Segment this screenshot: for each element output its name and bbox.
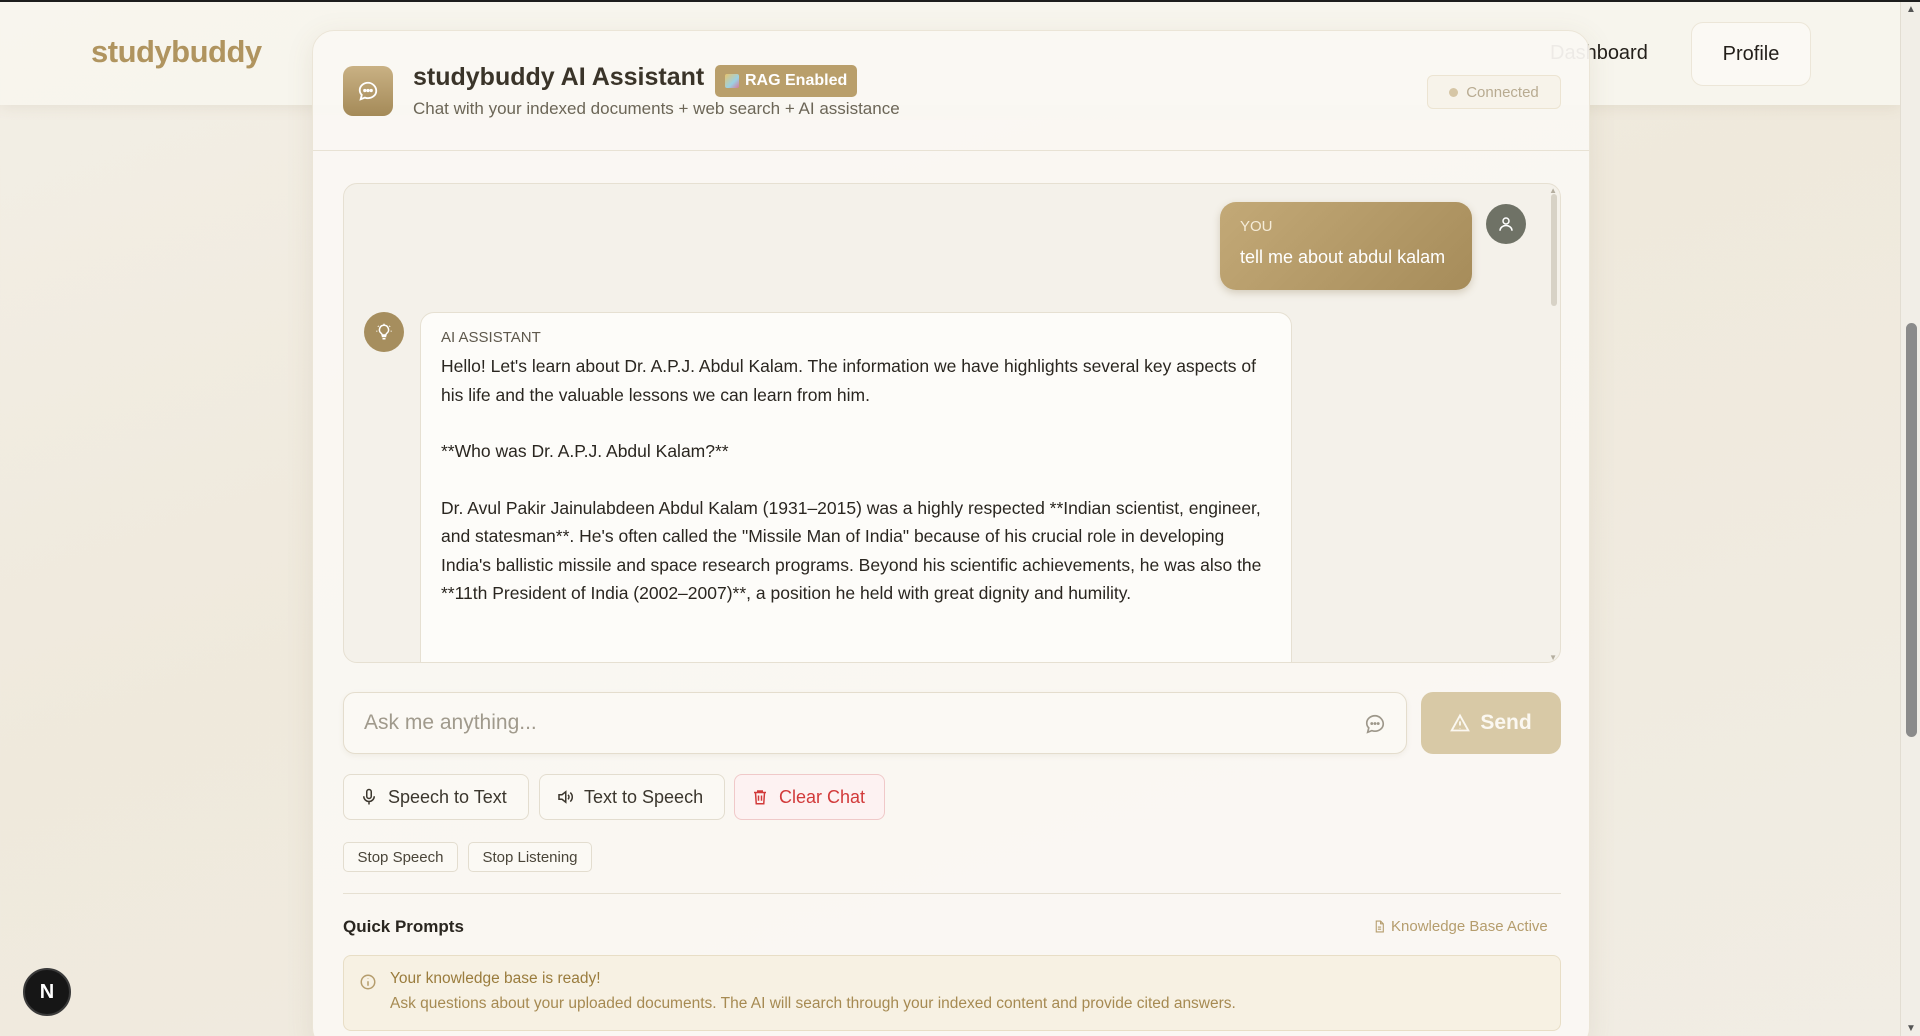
brand-logo[interactable]: studybuddy bbox=[91, 34, 262, 70]
chat-scrollbar[interactable]: ▲ ▼ bbox=[1546, 184, 1560, 662]
send-button[interactable]: Send bbox=[1421, 692, 1561, 754]
message-text: tell me about abdul kalam bbox=[1240, 247, 1446, 267]
text-to-speech-label: Text to Speech bbox=[584, 786, 704, 807]
knowledge-base-notice-title: Your knowledge base is ready! bbox=[390, 970, 601, 987]
connection-status-label: Connected bbox=[1466, 83, 1539, 101]
warning-icon bbox=[1450, 713, 1471, 732]
nav-button-profile[interactable]: Profile bbox=[1691, 22, 1811, 86]
page-subtitle: Chat with your indexed documents + web s… bbox=[413, 99, 900, 118]
page-scroll-down-icon[interactable]: ▼ bbox=[1906, 1023, 1916, 1034]
user-message-bubble: YOU tell me about abdul kalam bbox=[1220, 202, 1472, 290]
trash-icon bbox=[754, 790, 766, 805]
clear-chat-button[interactable]: Clear Chat bbox=[734, 774, 885, 820]
send-button-label: Send bbox=[1480, 711, 1532, 734]
page-title: studybuddy AI Assistant bbox=[413, 63, 705, 91]
message-paragraph: Hello! Let's learn about Dr. A.P.J. Abdu… bbox=[441, 356, 1256, 405]
card-header: studybuddy AI Assistant RAG Enabled Chat… bbox=[313, 31, 1589, 151]
knowledge-base-notice-text: Ask questions about your uploaded docume… bbox=[390, 995, 1236, 1012]
page-scroll-up-icon[interactable]: ▲ bbox=[1906, 4, 1916, 15]
microphone-icon bbox=[363, 788, 375, 805]
assistant-card: studybuddy AI Assistant RAG Enabled Chat… bbox=[312, 30, 1590, 1036]
rag-enabled-badge: RAG Enabled bbox=[715, 65, 858, 97]
knowledge-base-status-label: Knowledge Base Active bbox=[1391, 918, 1548, 935]
chat-messages-panel[interactable]: YOU tell me about abdul kalam AI ASSISTA… bbox=[343, 183, 1561, 663]
page-scrollbar-thumb[interactable] bbox=[1906, 323, 1917, 737]
chat-input[interactable] bbox=[364, 693, 1344, 753]
nextjs-devtools-button[interactable]: N bbox=[23, 968, 71, 1016]
window-top-border bbox=[0, 0, 1920, 2]
text-to-speech-button[interactable]: Text to Speech bbox=[539, 774, 725, 820]
message-sender-label: YOU bbox=[1240, 218, 1273, 235]
knowledge-base-status: Knowledge Base Active bbox=[1373, 918, 1548, 935]
lightbulb-icon bbox=[364, 312, 404, 352]
connection-status-badge: Connected bbox=[1427, 75, 1561, 109]
message-paragraph: **Who was Dr. A.P.J. Abdul Kalam?** bbox=[441, 441, 729, 461]
chat-input-container bbox=[343, 692, 1407, 754]
stop-listening-button[interactable]: Stop Listening bbox=[468, 842, 592, 872]
section-divider bbox=[343, 893, 1561, 894]
speech-to-text-button[interactable]: Speech to Text bbox=[343, 774, 529, 820]
knowledge-base-notice: Your knowledge base is ready! Ask questi… bbox=[343, 955, 1561, 1031]
status-dot-icon bbox=[1449, 87, 1459, 97]
page-scrollbar[interactable]: ▲ ▼ bbox=[1900, 0, 1920, 1036]
message-sender-label: AI ASSISTANT bbox=[441, 329, 541, 346]
document-icon bbox=[1375, 920, 1384, 933]
chat-scrollbar-thumb[interactable] bbox=[1551, 194, 1557, 306]
chat-bubble-icon bbox=[343, 66, 393, 116]
clear-chat-label: Clear Chat bbox=[779, 786, 866, 807]
chat-bubble-icon bbox=[1364, 713, 1386, 740]
stop-speech-button[interactable]: Stop Speech bbox=[343, 842, 458, 872]
user-avatar-icon bbox=[1486, 204, 1526, 244]
speech-to-text-label: Speech to Text bbox=[388, 786, 507, 807]
message-paragraph: Dr. Avul Pakir Jainulabdeen Abdul Kalam … bbox=[441, 497, 1262, 604]
rag-badge-icon bbox=[725, 74, 739, 88]
assistant-message-bubble: AI ASSISTANT Hello! Let's learn about Dr… bbox=[420, 312, 1292, 662]
scroll-down-arrow-icon[interactable]: ▼ bbox=[1549, 653, 1557, 662]
rag-badge-label: RAG Enabled bbox=[745, 72, 848, 89]
info-icon bbox=[359, 973, 377, 996]
quick-prompts-heading: Quick Prompts bbox=[343, 917, 464, 936]
speaker-icon bbox=[558, 790, 573, 804]
